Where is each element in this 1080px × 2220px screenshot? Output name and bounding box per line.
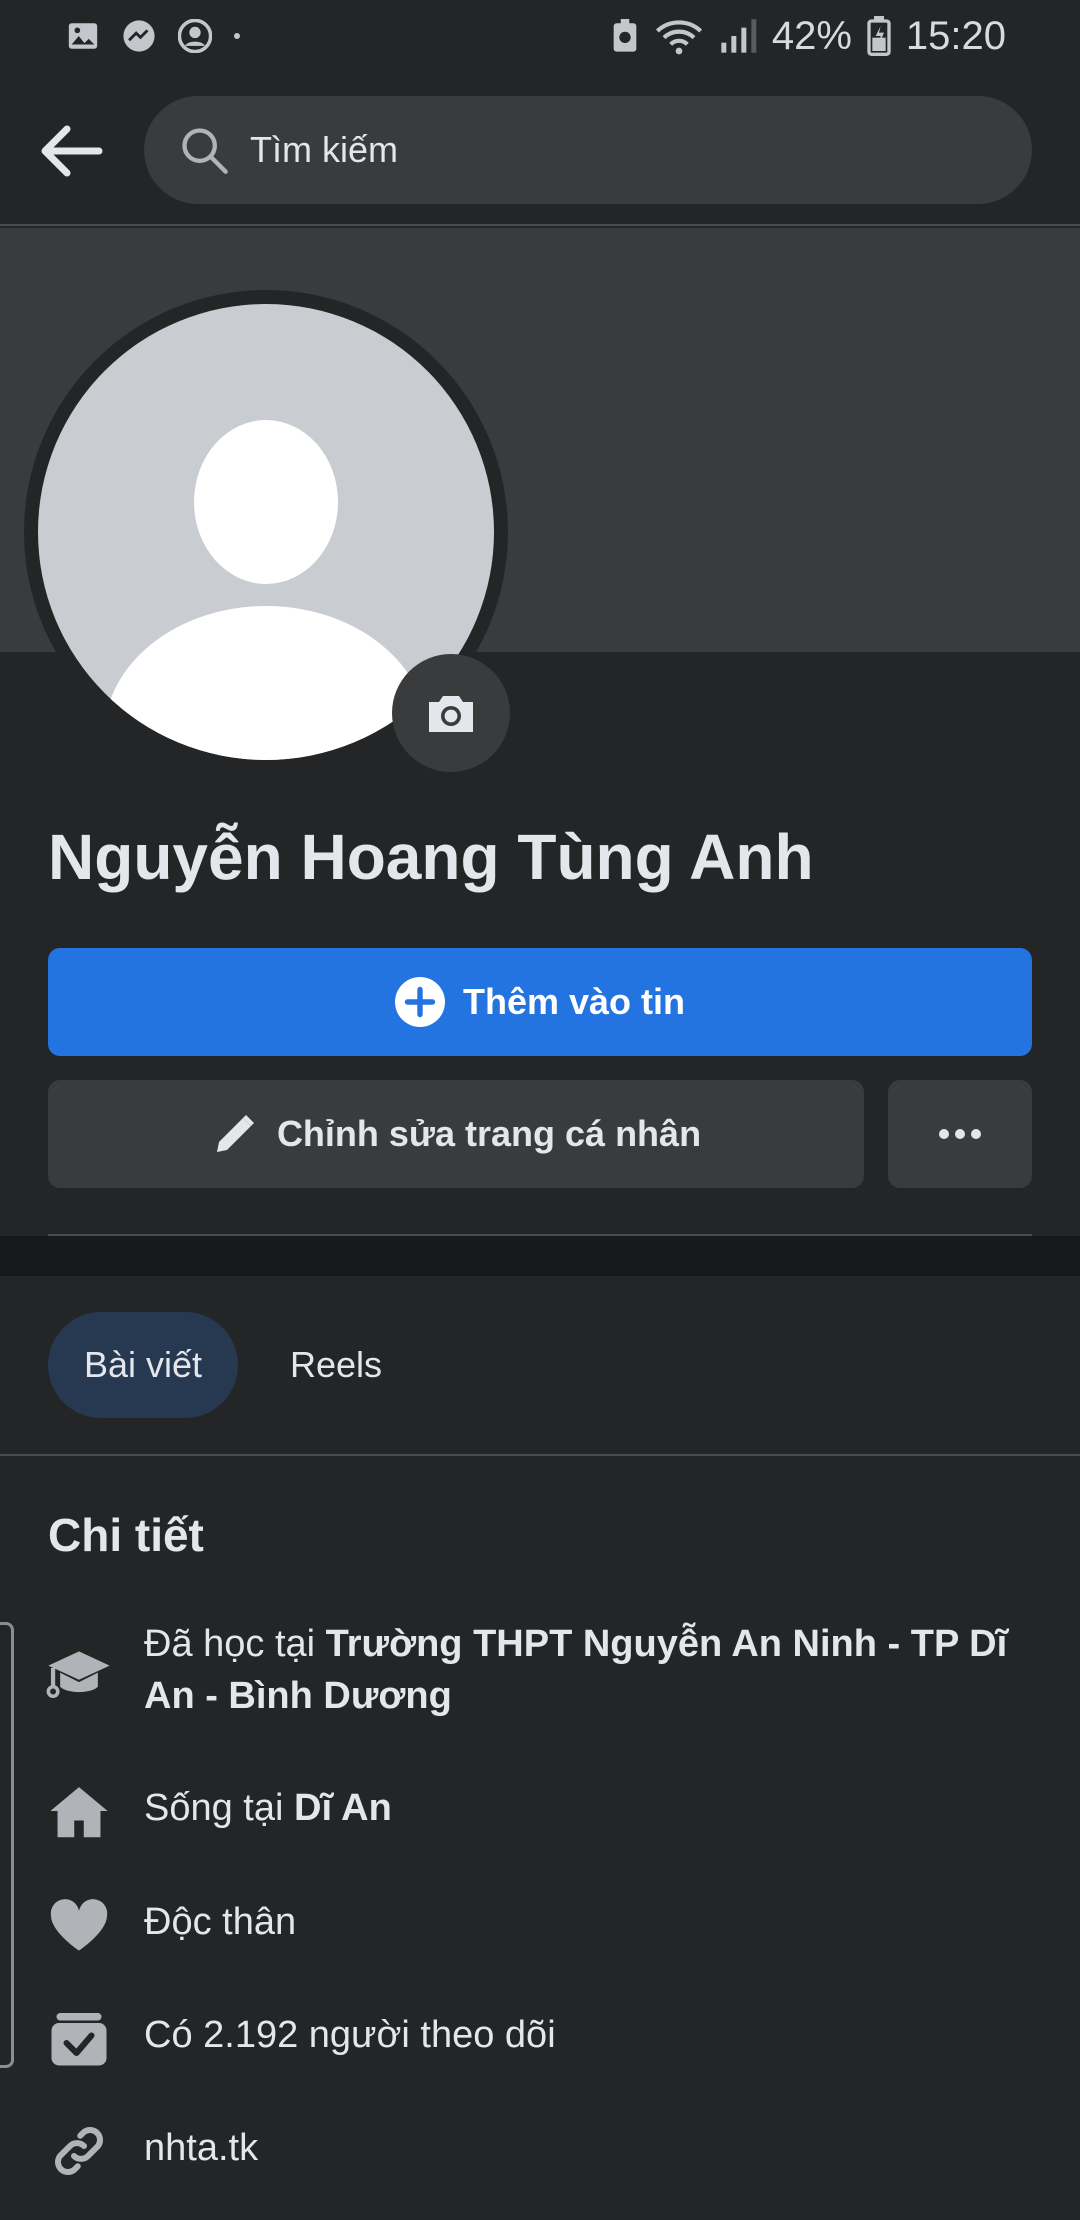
edit-profile-label: Chỉnh sửa trang cá nhân [276,1113,702,1154]
more-icon [939,1129,981,1139]
plus-circle-icon [394,977,445,1027]
relationship-status: Độc thân [144,1901,297,1943]
status-bar-system: 42% 15:20 [610,12,1006,60]
detail-website: nhta.tk [0,2122,1080,2182]
detail-followers: Có 2.192 người theo dõi [0,2009,1080,2069]
signal-icon [721,19,757,53]
detail-education: Đã học tại Trường THPT Nguyễn An Ninh - … [0,1618,1080,1728]
notification-dot [234,33,240,39]
lives-city[interactable]: Dĩ An [294,1787,392,1829]
avatar-placeholder-body [104,606,428,760]
add-to-story-label: Thêm vào tin [462,981,686,1022]
account-icon [178,19,212,53]
search-input[interactable]: Tìm kiếm [144,96,1032,204]
profile-name: Nguyễn Hoang Tùng Anh [48,821,814,893]
top-navigation: Tìm kiếm [0,72,1080,226]
image-icon [68,23,98,49]
status-bar-notifications [66,16,240,56]
graduation-cap-icon [44,1640,114,1710]
education-prefix: Đã học tại [144,1623,326,1665]
detail-lives-in: Sống tại Dĩ An [0,1782,1080,1842]
status-bar: 42% 15:20 [0,0,1080,72]
tab-reels[interactable]: Reels [290,1312,382,1418]
search-icon [182,128,228,174]
back-button[interactable] [36,116,106,186]
link-icon [44,2116,114,2186]
website-link[interactable]: nhta.tk [144,2122,1040,2174]
search-placeholder: Tìm kiếm [250,129,398,170]
more-options-button[interactable] [888,1080,1032,1188]
battery-saver-icon [613,19,637,52]
avatar-placeholder-head [194,420,338,584]
back-arrow-icon [41,125,103,177]
add-to-story-button[interactable]: Thêm vào tin [48,948,1032,1056]
clock: 15:20 [905,13,1006,58]
lives-prefix: Sống tại [144,1787,294,1829]
section-separator [0,1236,1080,1276]
detail-relationship: Độc thân [0,1896,1080,1956]
home-icon [44,1776,114,1846]
battery-percent: 42% [771,13,852,58]
details-heading: Chi tiết [48,1509,204,1561]
heart-icon [44,1890,114,1960]
divider [0,1454,1080,1456]
camera-icon [429,696,473,732]
battery-icon [867,16,891,56]
edit-profile-button[interactable]: Chỉnh sửa trang cá nhân [48,1080,864,1188]
change-avatar-button[interactable] [392,654,510,772]
messenger-icon [123,20,155,52]
pencil-icon [216,1115,254,1152]
followers-icon [44,2003,114,2073]
followers-count[interactable]: Có 2.192 người theo dõi [144,2009,1040,2061]
tab-posts[interactable]: Bài viết [48,1312,238,1418]
wifi-icon [655,20,702,55]
